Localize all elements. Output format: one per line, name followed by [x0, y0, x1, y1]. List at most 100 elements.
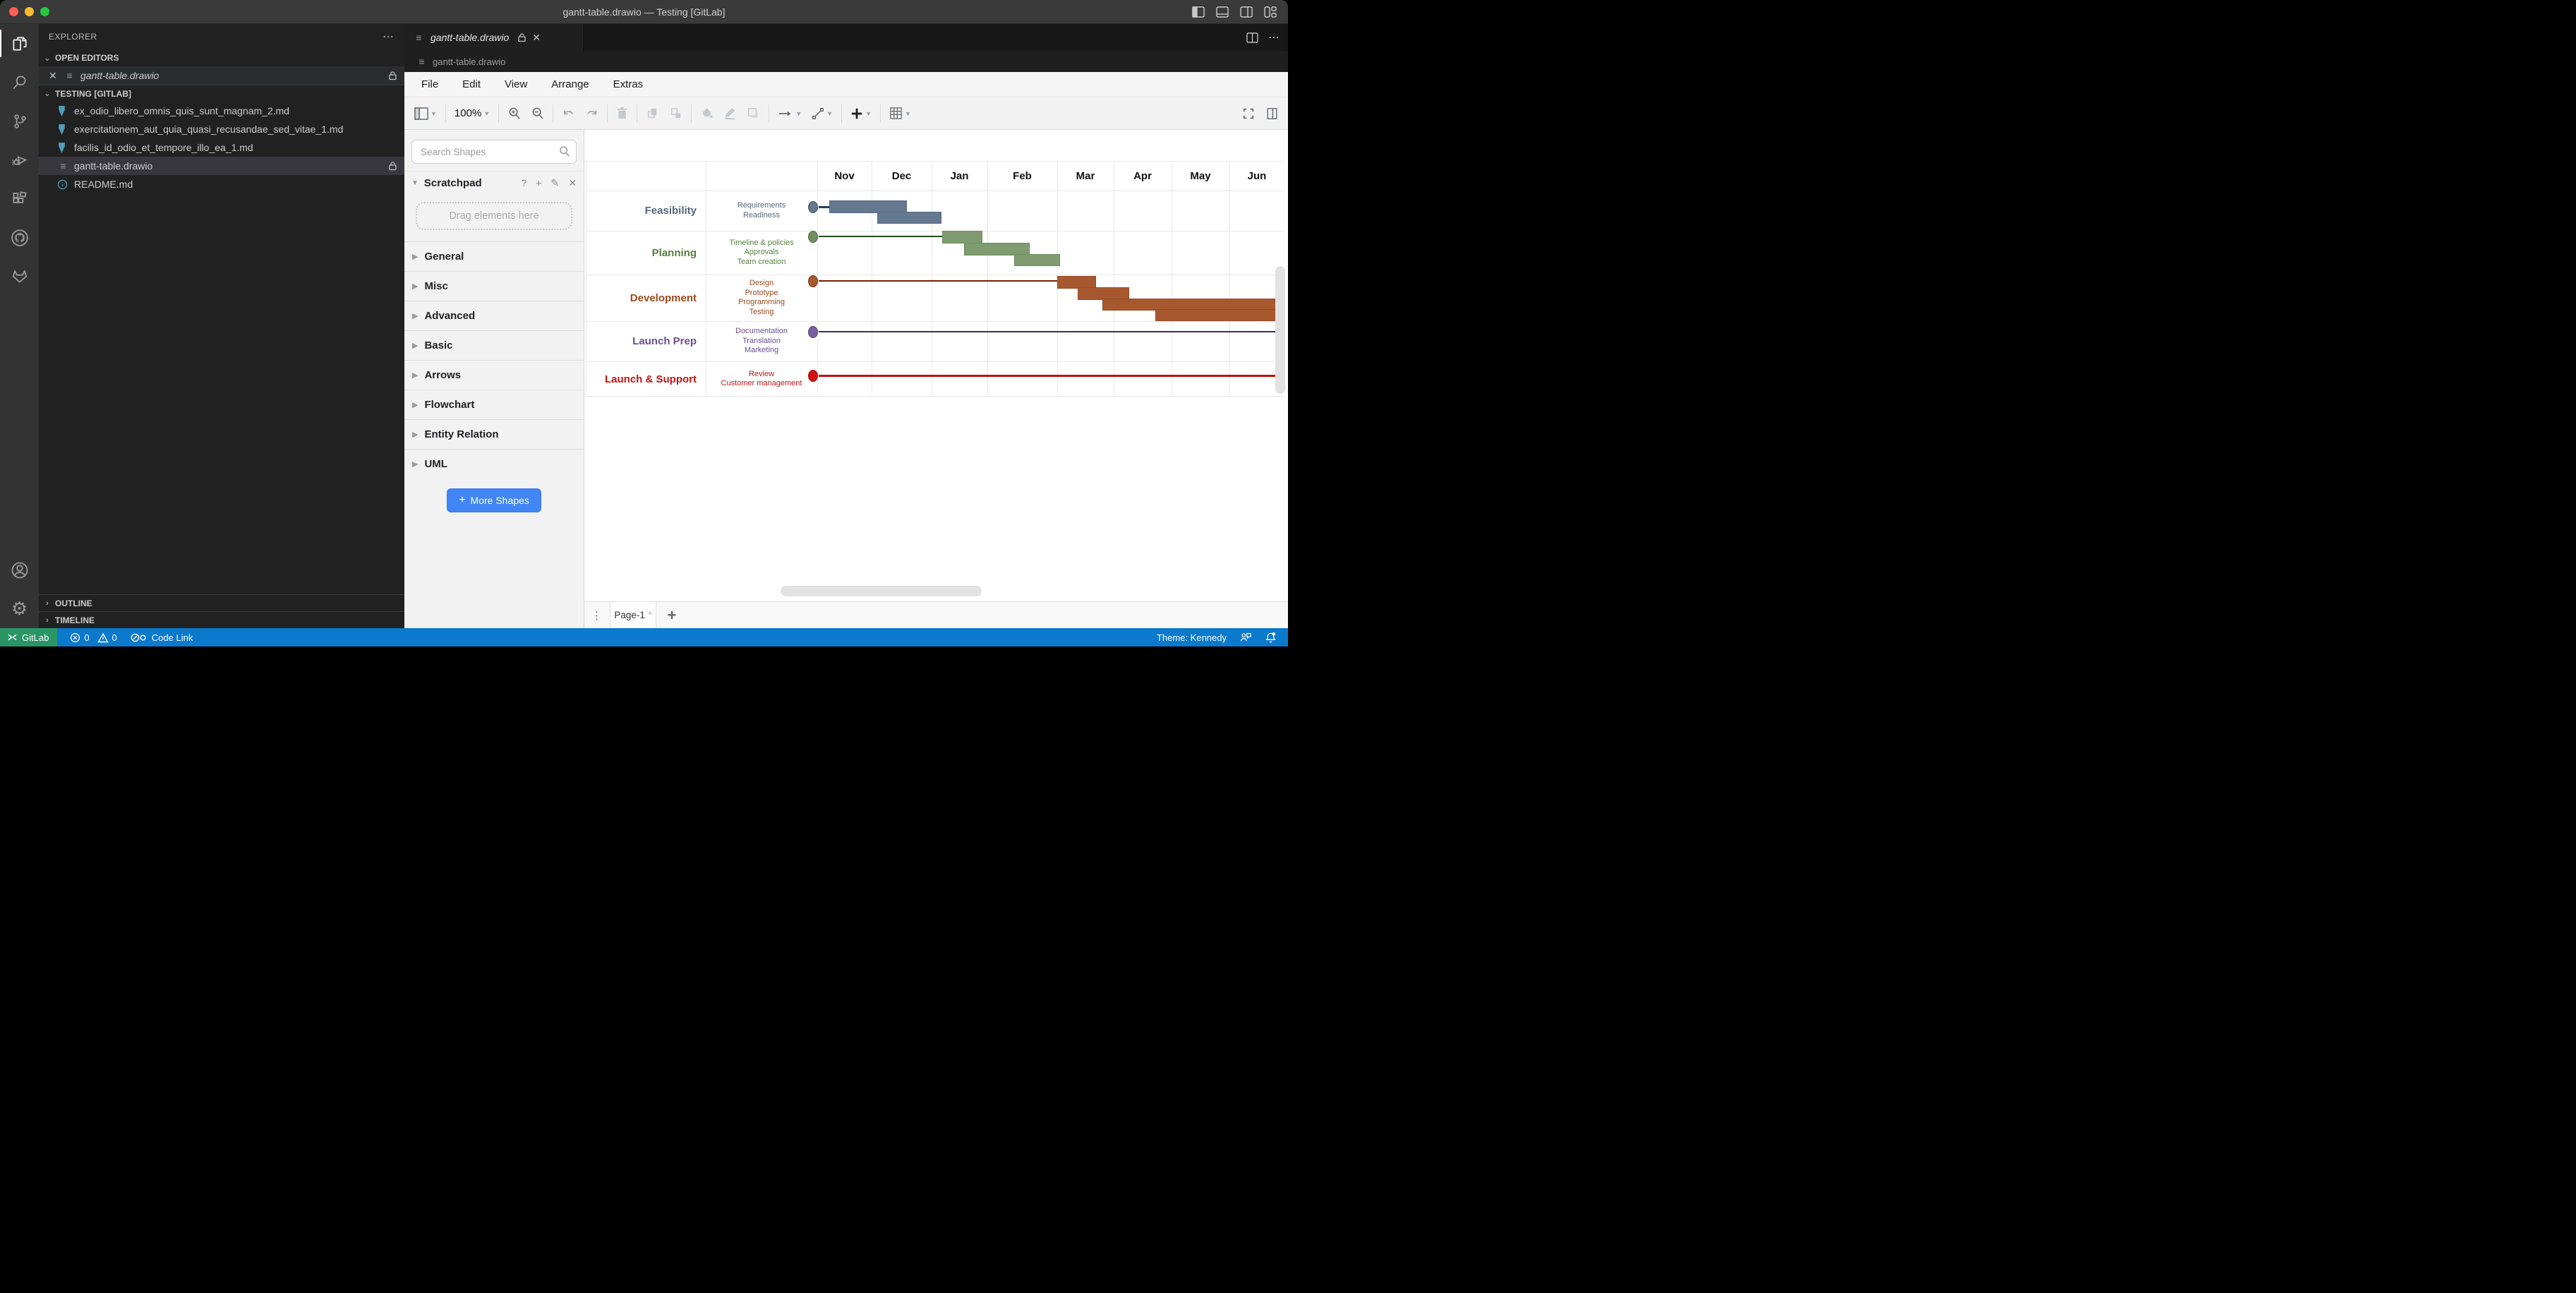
fullscreen-button[interactable]: [1242, 107, 1255, 120]
undo-button[interactable]: [562, 107, 575, 119]
scratchpad-add-icon[interactable]: +: [536, 177, 541, 189]
file-tree-item[interactable]: ex_odio_libero_omnis_quis_sunt_magnam_2.…: [39, 102, 404, 120]
shape-section-general[interactable]: ▶General: [404, 241, 584, 271]
vertical-scrollbar[interactable]: [1275, 266, 1285, 394]
source-control-icon[interactable]: [0, 102, 39, 140]
extensions-icon[interactable]: [0, 179, 39, 218]
sidebar-more-actions-icon[interactable]: ⋯: [383, 30, 395, 44]
close-window-button[interactable]: [9, 7, 18, 16]
gantt-row-tasks: DocumentationTranslationMarketing: [706, 321, 817, 361]
close-tab-icon[interactable]: ✕: [532, 32, 541, 44]
toggle-secondary-sidebar-icon[interactable]: [1240, 6, 1253, 18]
shape-section-advanced[interactable]: ▶Advanced: [404, 301, 584, 330]
zoom-level-dropdown[interactable]: 100% ▼: [455, 107, 490, 119]
run-debug-icon[interactable]: [0, 140, 39, 179]
scratchpad-close-icon[interactable]: ✕: [568, 177, 577, 189]
menu-edit[interactable]: Edit: [462, 78, 481, 90]
milestone-circle[interactable]: [808, 370, 818, 382]
theme-indicator[interactable]: Theme: Kennedy: [1157, 632, 1227, 643]
toggle-panel-icon[interactable]: [1216, 6, 1229, 18]
view-panels-button[interactable]: ▼: [414, 107, 437, 120]
split-editor-icon[interactable]: [1246, 32, 1258, 43]
gantt-bar[interactable]: [942, 231, 982, 243]
workspace-section-header[interactable]: ⌄ TESTING [GITLAB]: [39, 85, 404, 102]
menu-extras[interactable]: Extras: [613, 78, 644, 90]
insert-button[interactable]: ▼: [850, 107, 872, 120]
shape-section-entity-relation[interactable]: ▶Entity Relation: [404, 419, 584, 449]
delete-button[interactable]: [616, 107, 628, 120]
outline-section-header[interactable]: › OUTLINE: [39, 594, 404, 611]
scratchpad-header[interactable]: ▼ Scratchpad ? + ✎ ✕: [404, 171, 584, 195]
to-front-button[interactable]: [646, 107, 659, 120]
more-shapes-button[interactable]: + More Shapes: [447, 488, 541, 512]
shape-section-uml[interactable]: ▶UML: [404, 449, 584, 479]
editor-more-actions-icon[interactable]: ⋯: [1268, 30, 1280, 44]
file-tree-item[interactable]: ≡gantt-table.drawio: [39, 157, 404, 175]
connection-style-button[interactable]: ▼: [778, 109, 802, 119]
search-icon[interactable]: [0, 63, 39, 102]
timeline-section-header[interactable]: › TIMELINE: [39, 611, 404, 628]
redo-button[interactable]: [585, 107, 598, 119]
menu-arrange[interactable]: Arrange: [551, 78, 589, 90]
file-tree-item[interactable]: exercitationem_aut_quia_quasi_recusandae…: [39, 120, 404, 138]
github-icon[interactable]: [0, 218, 39, 257]
milestone-circle[interactable]: [808, 326, 818, 338]
milestone-circle[interactable]: [808, 275, 818, 287]
shadow-button[interactable]: [747, 107, 760, 120]
gantt-bar[interactable]: [877, 212, 941, 224]
toggle-primary-sidebar-icon[interactable]: [1192, 6, 1205, 18]
minimize-window-button[interactable]: [25, 7, 34, 16]
fill-color-button[interactable]: [700, 107, 714, 120]
remote-indicator[interactable]: GitLab: [0, 628, 57, 646]
zoom-in-button[interactable]: [507, 107, 521, 120]
settings-gear-icon[interactable]: ⚙: [0, 589, 39, 628]
gitlab-icon[interactable]: [0, 257, 39, 296]
waypoint-style-button[interactable]: ▼: [812, 107, 833, 120]
gantt-bar[interactable]: [1155, 309, 1284, 321]
milestone-circle[interactable]: [808, 201, 818, 213]
gantt-table[interactable]: NovDecJanFebMarAprMayJunFeasibilityRequi…: [586, 161, 1284, 397]
pages-menu-icon[interactable]: ⋮: [584, 602, 610, 628]
horizontal-scrollbar[interactable]: [781, 586, 982, 596]
line-color-button[interactable]: [723, 107, 737, 120]
zoom-out-button[interactable]: [531, 107, 544, 120]
shape-section-flowchart[interactable]: ▶Flowchart: [404, 390, 584, 419]
menu-view[interactable]: View: [505, 78, 527, 90]
scratchpad-help-icon[interactable]: ?: [522, 177, 527, 189]
gantt-bar[interactable]: [1014, 254, 1060, 266]
scratchpad-edit-icon[interactable]: ✎: [551, 177, 560, 189]
table-button[interactable]: ▼: [889, 107, 911, 120]
shape-section-arrows[interactable]: ▶Arrows: [404, 360, 584, 390]
shape-section-basic[interactable]: ▶Basic: [404, 330, 584, 360]
shape-section-label: Entity Relation: [424, 428, 498, 440]
notifications-bell-icon[interactable]: [1265, 632, 1277, 644]
scratchpad-dropzone[interactable]: Drag elements here: [416, 202, 572, 230]
accounts-icon[interactable]: [0, 551, 39, 589]
milestone-circle[interactable]: [808, 231, 818, 243]
format-panel-toggle-button[interactable]: [1266, 107, 1278, 120]
breadcrumb[interactable]: ≡ gantt-table.drawio: [404, 51, 1288, 72]
code-link-item[interactable]: Code Link: [130, 632, 193, 643]
status-bar: GitLab 0 0 Code Link Theme: Kennedy: [0, 628, 1288, 646]
problems-indicator[interactable]: 0 0: [70, 632, 116, 643]
add-page-button[interactable]: +: [656, 602, 687, 628]
shape-section-misc[interactable]: ▶Misc: [404, 271, 584, 301]
explorer-icon[interactable]: [0, 24, 39, 63]
drawio-canvas[interactable]: NovDecJanFebMarAprMayJunFeasibilityRequi…: [584, 130, 1288, 601]
close-icon[interactable]: ✕: [49, 70, 59, 82]
customize-layout-icon[interactable]: [1264, 6, 1277, 18]
file-tree-item[interactable]: facilis_id_odio_et_tempore_illo_ea_1.md: [39, 138, 404, 157]
to-back-button[interactable]: [669, 107, 682, 120]
search-shapes-input[interactable]: [411, 140, 577, 164]
open-editors-header[interactable]: ⌄ OPEN EDITORS: [39, 49, 404, 66]
menu-file[interactable]: File: [421, 78, 438, 90]
open-editor-item[interactable]: ✕ ≡ gantt-table.drawio: [39, 66, 404, 85]
gantt-row-label: Launch & Support: [586, 361, 702, 397]
month-header-dec: Dec: [872, 161, 932, 191]
feedback-icon[interactable]: [1239, 632, 1252, 643]
page-tab[interactable]: Page-1 ^: [610, 602, 656, 628]
chevron-right-icon: ▶: [412, 459, 418, 469]
tab-gantt-table-drawio[interactable]: ≡ gantt-table.drawio ✕: [404, 24, 583, 51]
zoom-window-button[interactable]: [40, 7, 49, 16]
file-tree-item[interactable]: README.md: [39, 175, 404, 193]
